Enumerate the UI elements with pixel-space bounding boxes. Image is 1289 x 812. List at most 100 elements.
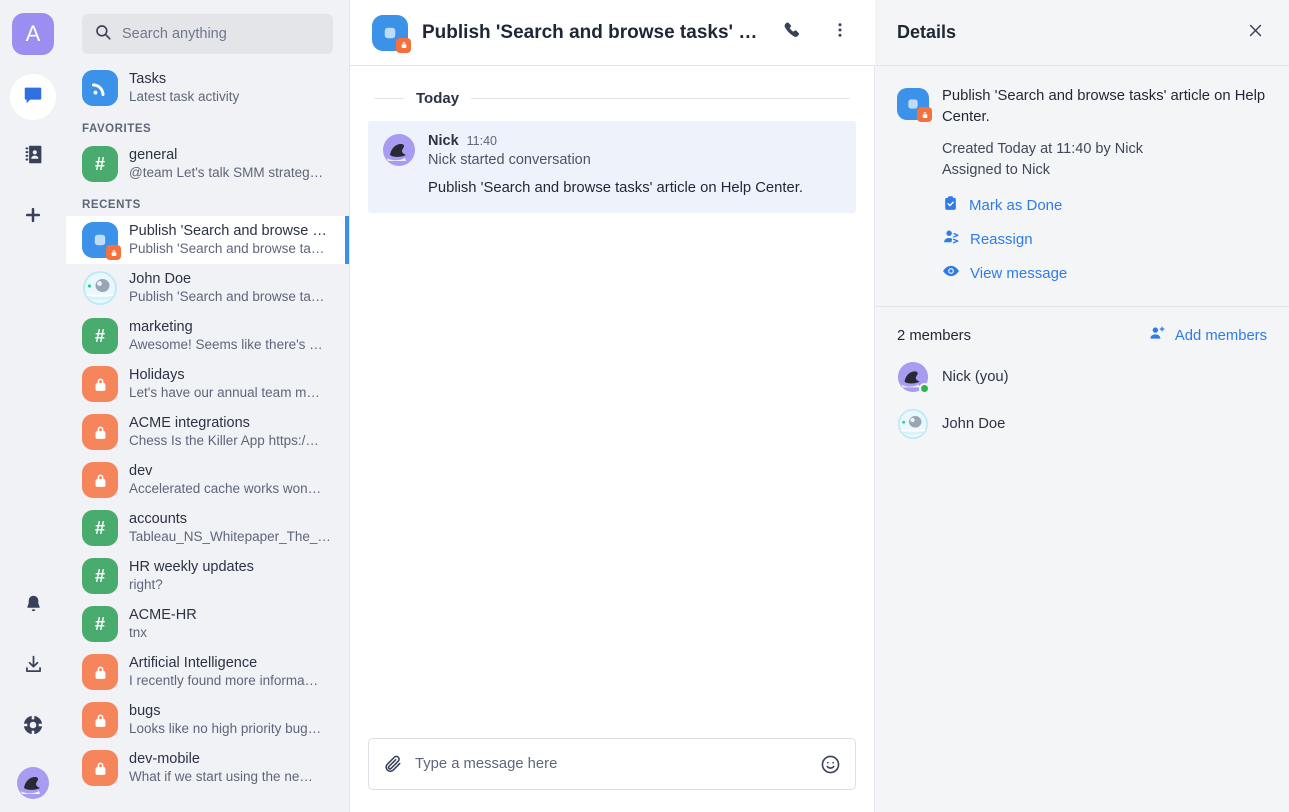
close-details-button[interactable] [1241,19,1269,47]
sidebar-item-holidays[interactable]: Holidays Let's have our annual team m… [66,360,349,408]
sidebar-item-title: ACME-HR [129,607,197,623]
row-icon [82,366,118,402]
member-item-john-doe[interactable]: John Doe [897,393,1267,440]
details-title: Details [897,22,957,42]
add-members-button[interactable]: Add members [1149,325,1267,346]
row-text: accounts Tableau_NS_Whitepaper_The_… [129,510,335,546]
members-count: 2 members [897,327,972,344]
sidebar-item-tasks[interactable]: Tasks Latest task activity [66,64,349,112]
message-input[interactable] [415,756,808,772]
row-text: general @team Let's talk SMM strateg… [129,146,335,182]
sidebar-item-title: Publish 'Search and browse … [129,223,327,239]
more-options-button[interactable] [823,16,857,50]
rail-item-downloads[interactable] [10,644,56,690]
row-text: dev-mobile What if we start using the ne… [129,750,335,786]
phone-icon [782,20,802,45]
app-root: A Search anything Tasks Latest task acti… [0,0,1289,812]
search-input[interactable] [122,26,321,42]
message-timestamp: 11:40 [466,134,497,148]
details-task-icon-wrap [897,88,932,122]
lock-badge-icon [917,107,932,122]
mark-as-done-button[interactable]: Mark as Done [942,195,1267,216]
plus-icon [23,205,43,230]
sidebar-item-general[interactable]: # general @team Let's talk SMM strateg… [66,140,349,188]
rail-item-create[interactable] [10,194,56,240]
sidebar-item-dev-mobile[interactable]: dev-mobile What if we start using the ne… [66,744,349,792]
view-message-button[interactable]: View message [942,262,1267,284]
sidebar-item-hr-weekly-updates[interactable]: # HR weekly updates right? [66,552,349,600]
sidebar-item-title: general [129,147,178,163]
call-button[interactable] [775,16,809,50]
composer-box[interactable] [368,738,856,790]
composer [350,724,874,812]
row-icon: # [82,146,118,182]
reassign-button[interactable]: Reassign [942,228,1267,250]
sidebar-item-subtitle: Publish 'Search and browse ta… [129,241,325,256]
paperclip-icon[interactable] [383,754,403,774]
lifebuoy-icon [22,714,44,741]
rail-item-chats[interactable] [10,74,56,120]
lock-badge-icon [106,245,121,260]
sidebar-item-subtitle: Looks like no high priority bug… [129,721,322,736]
rail-item-help[interactable] [10,704,56,750]
row-text: Holidays Let's have our annual team m… [129,366,335,402]
row-icon [82,70,118,106]
workspace-avatar[interactable]: A [12,13,54,55]
row-text: Tasks Latest task activity [129,70,335,106]
sidebar-item-john-doe[interactable]: John Doe Publish 'Search and browse ta… [66,264,349,312]
member-item-nick[interactable]: Nick (you) [897,346,1267,394]
row-icon: # [82,606,118,642]
row-icon [82,702,118,738]
sidebar-item-subtitle: Accelerated cache works won… [129,481,322,496]
details-panel: Details Publish 'Search and browse tasks… [875,0,1289,812]
sidebar-item-subtitle: @team Let's talk SMM strateg… [129,165,324,180]
header-task-icon-wrap [372,14,411,53]
sidebar-item-title: Holidays [129,367,185,383]
download-icon [23,654,44,680]
eye-icon [942,262,960,284]
row-text: Artificial Intelligence I recently found… [129,654,335,690]
sidebar-item-title: HR weekly updates [129,559,254,575]
details-actions: Mark as Done Reassign View message [942,181,1267,284]
sidebar-item-title: John Doe [129,271,192,287]
row-icon [82,654,118,690]
row-text: bugs Looks like no high priority bug… [129,702,335,738]
details-task: Publish 'Search and browse tasks' articl… [897,86,1267,128]
lock-icon [82,366,118,402]
page-title: Publish 'Search and browse tasks' articl… [422,21,761,43]
row-text: ACME-HR tnx [129,606,335,642]
message-body: Publish 'Search and browse tasks' articl… [428,180,803,196]
sidebar-item-acme-hr[interactable]: # ACME-HR tnx [66,600,349,648]
hash-icon: # [82,606,118,642]
sidebar-item-bugs[interactable]: bugs Looks like no high priority bug… [66,696,349,744]
row-text: HR weekly updates right? [129,558,335,594]
message-item[interactable]: Nick 11:40 Nick started conversation Pub… [368,121,856,213]
search-container [66,0,349,64]
sidebar-item-title: marketing [129,319,193,335]
rail-item-notifications[interactable] [10,584,56,630]
profile-avatar[interactable] [16,766,50,800]
row-icon: # [82,510,118,546]
sidebar-item-publish-task[interactable]: Publish 'Search and browse … Publish 'Se… [66,216,349,264]
hash-icon: # [82,558,118,594]
row-icon [82,270,118,306]
emoji-icon[interactable] [820,754,841,775]
sidebar-item-acme-integrations[interactable]: ACME integrations Chess Is the Killer Ap… [66,408,349,456]
sidebar-item-accounts[interactable]: # accounts Tableau_NS_Whitepaper_The_… [66,504,349,552]
day-separator: Today [368,66,856,121]
separator-line-right [471,98,850,99]
conversation-sidebar: Tasks Latest task activity FAVORITES # g… [66,0,350,812]
lock-icon [82,414,118,450]
rss-feed-icon [82,70,118,106]
sidebar-item-title: ACME integrations [129,415,250,431]
sidebar-item-subtitle: Latest task activity [129,89,240,104]
sidebar-item-artificial-intelligence[interactable]: Artificial Intelligence I recently found… [66,648,349,696]
search-box[interactable] [82,14,333,54]
sidebar-item-marketing[interactable]: # marketing Awesome! Seems like there's … [66,312,349,360]
sidebar-item-subtitle: I recently found more informa… [129,673,319,688]
sidebar-item-subtitle: Chess Is the Killer App https:/… [129,433,319,448]
sidebar-item-dev[interactable]: dev Accelerated cache works won… [66,456,349,504]
sidebar-item-subtitle: tnx [129,625,148,640]
message-list: Today Nick 11:40 Nick started conversati… [350,66,874,724]
rail-item-contacts[interactable] [10,134,56,180]
